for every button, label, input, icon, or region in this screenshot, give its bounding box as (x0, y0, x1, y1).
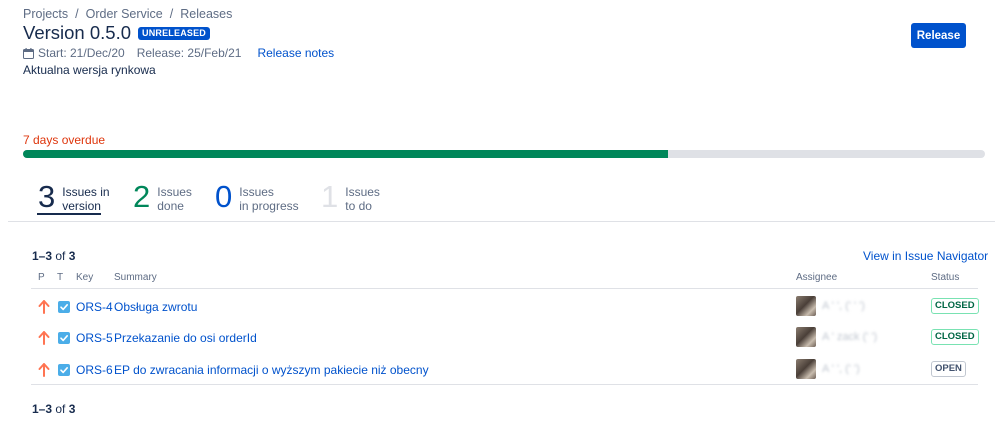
version-description: Aktualna wersja rynkowa (23, 63, 156, 77)
issue-summary-link[interactable]: EP do zwracania informacji o wyższym pak… (114, 363, 429, 377)
divider (8, 221, 995, 222)
issues-in-version-count: 3 (38, 179, 56, 214)
issue-count-of: of (55, 402, 66, 416)
task-check-icon (58, 301, 70, 313)
table-row[interactable]: ORS-5 Przekazanie do osi orderId A ' zac… (31, 327, 979, 351)
calendar-icon (23, 47, 34, 59)
release-notes-link[interactable]: Release notes (257, 46, 334, 60)
tab-issues-in-version[interactable]: 3 Issues in version (38, 180, 110, 214)
issues-to-do-label: Issues to do (345, 185, 380, 213)
issues-done-count: 2 (133, 179, 151, 214)
column-header-assignee: Assignee (796, 272, 838, 283)
issue-range: 1–3 (32, 249, 53, 263)
release-button[interactable]: Release (911, 23, 966, 48)
divider (31, 288, 978, 289)
issues-done-label: Issues done (157, 185, 192, 213)
issue-summary-link[interactable]: Obsługa zwrotu (114, 300, 197, 314)
task-check-icon (58, 332, 70, 344)
issues-in-progress-label: Issues in progress (239, 185, 299, 213)
column-header-summary: Summary (114, 272, 157, 283)
issue-count-footer: 1–3 of 3 (32, 402, 75, 416)
breadcrumb-projects[interactable]: Projects (23, 7, 68, 21)
start-date: Start: 21/Dec/20 (38, 46, 125, 60)
breadcrumb-releases[interactable]: Releases (180, 7, 232, 21)
status-badge: UNRELEASED (138, 27, 211, 40)
tab-issues-to-do[interactable]: 1 Issues to do (321, 180, 380, 214)
task-check-icon (58, 364, 70, 376)
progress-bar (23, 150, 985, 158)
table-row[interactable]: ORS-6 EP do zwracania informacji o wyższ… (31, 359, 978, 383)
column-header-status: Status (931, 272, 960, 283)
column-header-type: T (57, 272, 64, 283)
issue-summary-link[interactable]: Przekazanie do osi orderId (114, 331, 257, 345)
breadcrumb: Projects / Order Service / Releases (23, 7, 232, 21)
issues-in-progress-count: 0 (215, 179, 233, 214)
view-in-issue-navigator-link[interactable]: View in Issue Navigator (863, 249, 988, 263)
overdue-text: 7 days overdue (23, 133, 106, 147)
breadcrumb-project[interactable]: Order Service (86, 7, 163, 21)
issue-total: 3 (68, 249, 76, 263)
status-badge: CLOSED (931, 298, 979, 314)
assignee-name: A ' ', (' ') (822, 363, 860, 375)
version-meta: Start: 21/Dec/20 Release: 25/Feb/21 Rele… (23, 46, 334, 60)
table-row[interactable]: ORS-4 Obsługa zwrotu A ' ', (' ' ') CLOS… (31, 296, 979, 320)
arrow-up-icon (38, 331, 50, 345)
progress-bar-fill (23, 150, 668, 158)
issue-key-link[interactable]: ORS-5 (76, 331, 113, 345)
issue-count-of: of (55, 249, 66, 263)
avatar (796, 327, 816, 347)
assignee-name: A ' zack (' ') (822, 331, 878, 343)
arrow-up-icon (38, 363, 50, 377)
avatar (796, 359, 816, 379)
issues-to-do-count: 1 (321, 179, 339, 214)
status-badge: OPEN (931, 361, 966, 377)
breadcrumb-separator: / (169, 7, 174, 21)
tab-issues-in-progress[interactable]: 0 Issues in progress (215, 180, 299, 214)
issues-in-version-label: Issues in version (62, 185, 110, 213)
tab-issues-done[interactable]: 2 Issues done (133, 180, 192, 214)
breadcrumb-separator: / (75, 7, 79, 21)
release-date: Release: 25/Feb/21 (136, 46, 242, 60)
issue-count: 1–3 of 3 (32, 249, 75, 263)
divider (31, 384, 978, 385)
issue-key-link[interactable]: ORS-4 (76, 300, 113, 314)
issue-total: 3 (68, 402, 76, 416)
arrow-up-icon (38, 300, 50, 314)
active-tab-indicator (37, 213, 101, 215)
status-badge: CLOSED (931, 329, 979, 345)
column-header-priority: P (38, 272, 45, 283)
page-title: Version 0.5.0 (23, 22, 131, 43)
issue-range: 1–3 (32, 402, 53, 416)
assignee-name: A ' ', (' ' ') (822, 300, 865, 312)
column-header-key: Key (76, 272, 94, 283)
avatar (796, 296, 816, 316)
issue-key-link[interactable]: ORS-6 (76, 363, 113, 377)
